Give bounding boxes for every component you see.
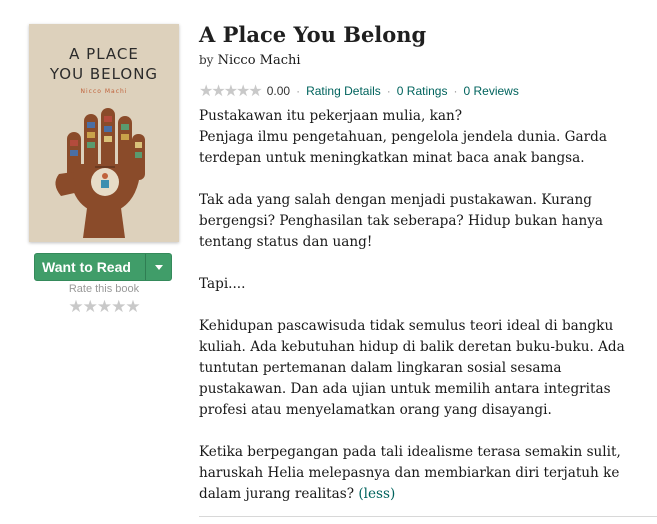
ratings-count-link[interactable]: 0 Ratings	[397, 84, 448, 98]
average-rating-value: 0.00	[266, 83, 291, 98]
separator-dot: ·	[453, 83, 458, 98]
book-cover[interactable]: A PLACE YOU BELONG Nicco Machi	[29, 24, 179, 242]
caret-down-icon	[154, 264, 163, 270]
rating-stats: ★★★★★ 0.00 · Rating Details · 0 Ratings …	[199, 81, 519, 100]
cover-title-line1: A PLACE	[69, 45, 139, 63]
separator-dot: ·	[296, 83, 301, 98]
rate-stars-input[interactable]: ★★★★★	[34, 297, 174, 317]
section-divider	[199, 516, 657, 517]
description-paragraph: Tak ada yang salah dengan menjadi pustak…	[199, 192, 603, 250]
want-to-read-button-group: Want to Read	[34, 253, 172, 281]
description-line: Pustakawan itu pekerjaan mulia, kan?	[199, 108, 462, 124]
rate-this-book-label: Rate this book	[68, 283, 140, 295]
author-link[interactable]: Nicco Machi	[218, 53, 301, 68]
description-paragraph: Pustakawan itu pekerjaan mulia, kan? Pen…	[199, 106, 649, 169]
rating-details-link[interactable]: Rating Details	[306, 84, 381, 98]
less-link[interactable]: (less)	[358, 486, 395, 502]
byline: by Nicco Machi	[199, 53, 301, 68]
cover-title-line2: YOU BELONG	[49, 65, 159, 83]
book-description: Pustakawan itu pekerjaan mulia, kan? Pen…	[199, 106, 649, 505]
description-line: Penjaga ilmu pengetahuan, pengelola jend…	[199, 129, 607, 166]
shelf-dropdown-button[interactable]	[145, 254, 171, 280]
cover-author: Nicco Machi	[80, 88, 128, 95]
description-line: Ketika berpegangan pada tali idealisme t…	[199, 444, 621, 502]
description-paragraph: Ketika berpegangan pada tali idealisme t…	[199, 442, 649, 505]
want-to-read-button[interactable]: Want to Read	[35, 254, 145, 280]
separator-dot: ·	[386, 83, 391, 98]
by-label: by	[199, 53, 214, 67]
description-paragraph: Kehidupan pascawisuda tidak semulus teor…	[199, 318, 625, 418]
reviews-count-link[interactable]: 0 Reviews	[463, 84, 518, 98]
average-rating-stars: ★★★★★	[199, 81, 263, 100]
book-title: A Place You Belong	[199, 22, 427, 47]
description-paragraph: Tapi....	[199, 276, 246, 292]
